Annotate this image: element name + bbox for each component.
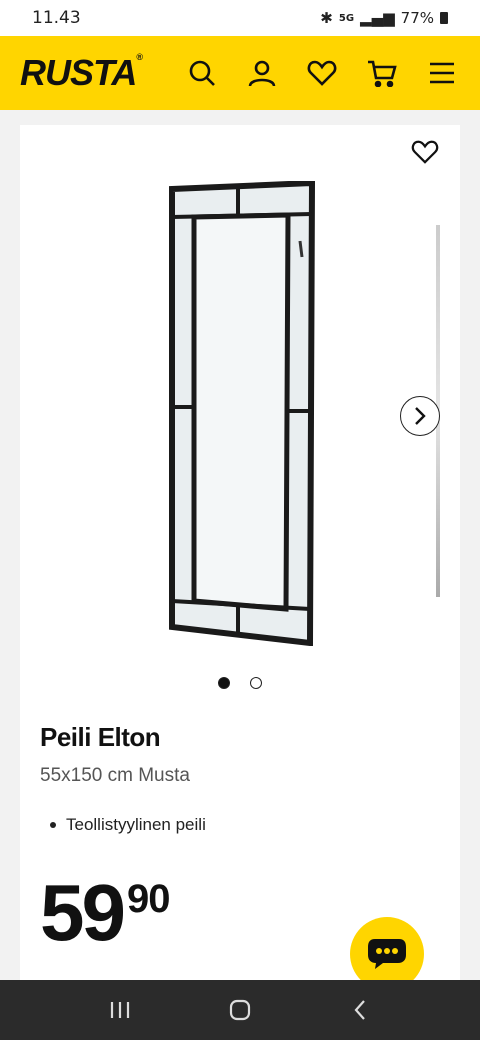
status-time: 11.43 <box>32 8 81 28</box>
product-price: 59 90 <box>40 868 170 957</box>
bluetooth-icon: ✱ <box>320 9 333 27</box>
site-header: RUSTA® <box>0 36 480 110</box>
chevron-right-icon <box>415 407 426 425</box>
menu-icon[interactable] <box>422 53 462 93</box>
status-indicators: ✱ 5G ▂▄▆ 77% <box>320 9 448 27</box>
favorite-heart-icon[interactable] <box>408 135 442 169</box>
back-icon[interactable] <box>340 990 380 1030</box>
signal-icon: ▂▄▆ <box>360 9 395 27</box>
pagination-dot-1[interactable] <box>218 677 230 689</box>
product-image[interactable] <box>168 179 316 647</box>
recent-apps-icon[interactable] <box>100 990 140 1030</box>
pagination-dot-2[interactable] <box>250 677 262 689</box>
account-icon[interactable] <box>242 53 282 93</box>
product-title: Peili Elton <box>40 722 161 752</box>
product-card: Peili Elton 55x150 cm Musta Teollistyyli… <box>20 125 460 991</box>
price-cents: 90 <box>126 877 170 921</box>
price-main: 59 <box>40 868 126 957</box>
system-nav-bar <box>0 980 480 1040</box>
rusta-logo[interactable]: RUSTA® <box>20 52 162 94</box>
chat-bubble-icon <box>368 939 406 969</box>
search-icon[interactable] <box>182 53 222 93</box>
product-feature: Teollistyylinen peili <box>50 815 206 835</box>
cart-icon[interactable] <box>362 53 402 93</box>
network-label: 5G <box>338 12 355 24</box>
battery-level: 77% <box>400 9 434 27</box>
product-subtitle: 55x150 cm Musta <box>40 765 190 786</box>
status-bar: 11.43 ✱ 5G ▂▄▆ 77% <box>0 0 480 36</box>
heart-icon[interactable] <box>302 53 342 93</box>
home-icon[interactable] <box>220 990 260 1030</box>
battery-icon <box>440 12 448 24</box>
next-image-button[interactable] <box>400 396 440 436</box>
image-pagination <box>20 677 460 689</box>
